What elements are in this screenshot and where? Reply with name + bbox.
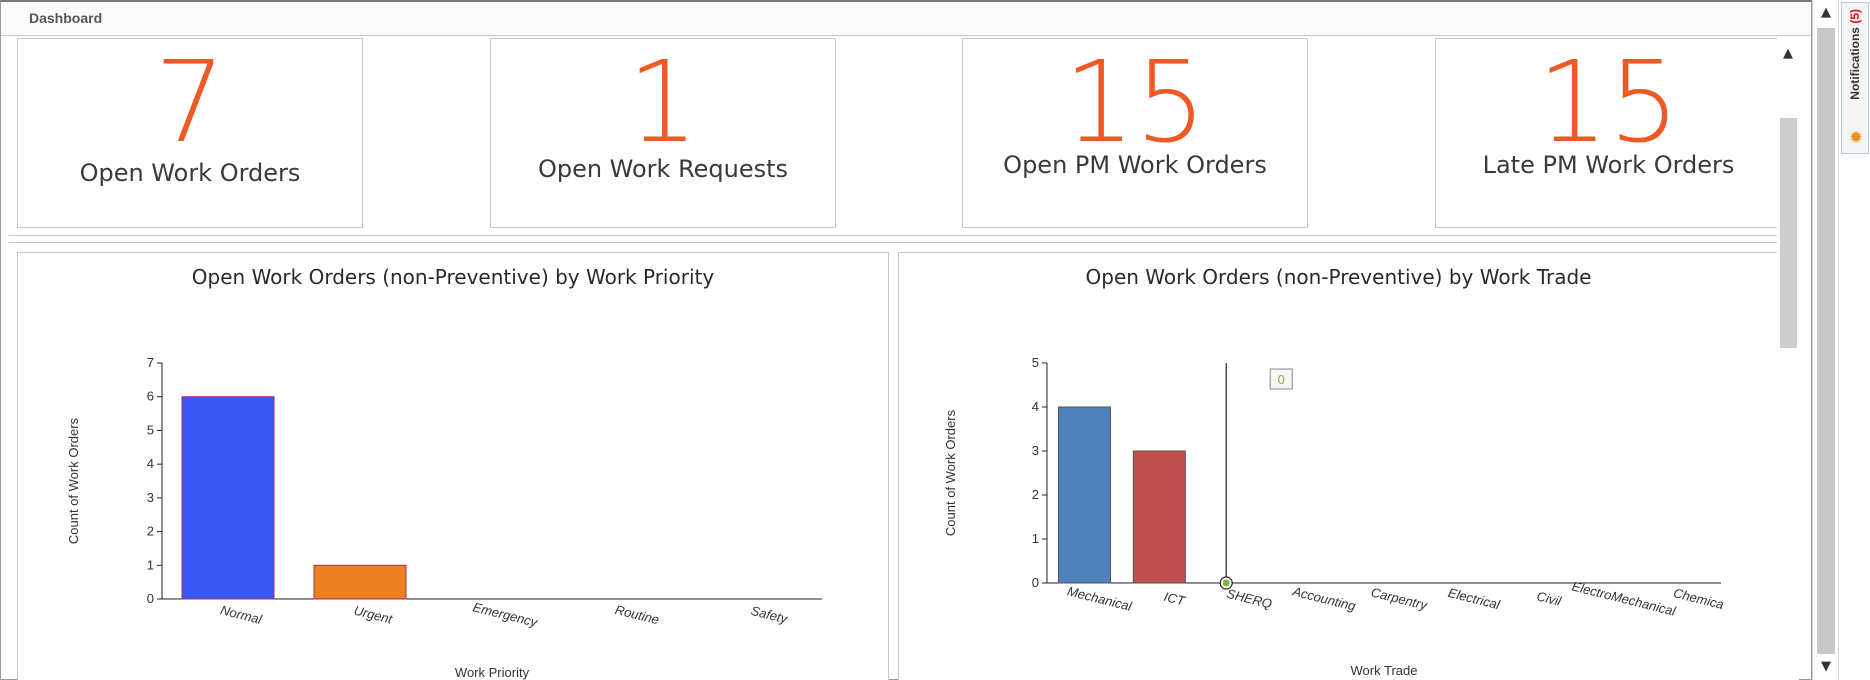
y-tick-label: 6 — [147, 389, 154, 404]
y-tick-label: 1 — [1032, 531, 1039, 546]
tooltip-value: 0 — [1278, 372, 1285, 387]
x-tick-label: Accounting — [1290, 583, 1358, 614]
bar — [1132, 450, 1186, 584]
x-tick-label: Safety — [749, 603, 790, 627]
x-tick-label: ICT — [1162, 589, 1187, 609]
divider — [9, 242, 1777, 243]
kpi-label: Open Work Orders — [79, 159, 301, 187]
inner-scrollbar[interactable]: ▲ — [1777, 38, 1799, 680]
divider — [9, 235, 1777, 236]
y-tick-label: 4 — [147, 456, 154, 471]
notifications-count: (5) — [1848, 9, 1862, 24]
notifications-tab[interactable]: Notifications (5) ✹ — [1841, 2, 1869, 154]
x-tick-label: Routine — [614, 602, 661, 627]
y-tick-label: 2 — [1032, 487, 1039, 502]
scroll-thumb[interactable] — [1780, 118, 1797, 348]
y-tick-label: 3 — [147, 490, 154, 505]
x-tick-label: Urgent — [352, 603, 395, 627]
kpi-tile-open-work-requests[interactable]: 1 Open Work Requests — [490, 38, 836, 228]
app-window: Dashboard 7 Open Work Orders 1 Open Work… — [0, 0, 1870, 680]
dashboard-header: Dashboard — [1, 2, 1811, 36]
dashboard-panel: Dashboard 7 Open Work Orders 1 Open Work… — [0, 0, 1812, 680]
scroll-thumb[interactable] — [1817, 28, 1835, 654]
x-tick-label: Mechanical — [1066, 583, 1135, 614]
scroll-down-icon[interactable]: ▼ — [1813, 656, 1839, 678]
y-tick-label: 1 — [147, 557, 154, 572]
notifications-text: Notifications — [1848, 27, 1862, 100]
y-tick-label: 5 — [147, 422, 154, 437]
bar — [1057, 406, 1111, 584]
x-tick-label: Carpentry — [1370, 584, 1430, 613]
chart-work-priority: 0 1 2 3 4 5 6 7 Normal Urgent Emergency Routine Safe… — [66, 355, 822, 680]
y-tick-label: 3 — [1032, 443, 1039, 458]
kpi-tile-open-work-orders[interactable]: 7 Open Work Orders — [17, 38, 363, 228]
dashboard-title: Dashboard — [29, 10, 103, 26]
gear-alert-icon: ✹ — [1848, 128, 1864, 148]
x-tick-label: Chemica — [1672, 585, 1725, 612]
kpi-label: Late PM Work Orders — [1482, 151, 1735, 179]
chart-work-trade: 0 1 2 3 4 5 Mechanical ICT SHERQ Accounting Carpen… — [943, 355, 1725, 678]
kpi-value: 15 — [1063, 38, 1207, 168]
notifications-sidebar: Notifications (5) ✹ — [1838, 0, 1870, 680]
y-tick-label: 2 — [147, 524, 154, 539]
scroll-up-icon[interactable]: ▲ — [1777, 44, 1799, 64]
y-axis-label: Count of Work Orders — [943, 409, 958, 536]
hover-marker-dot — [1222, 579, 1230, 587]
scroll-up-icon[interactable]: ▲ — [1813, 2, 1839, 24]
outer-scrollbar[interactable]: ▲ ▼ — [1812, 0, 1838, 680]
chart-panel-work-trade: Open Work Orders (non-Preventive) by Wor… — [898, 252, 1778, 680]
kpi-label: Open PM Work Orders — [1003, 151, 1267, 179]
kpi-value: 7 — [154, 38, 226, 168]
y-tick-label: 0 — [1032, 575, 1039, 590]
y-tick-label: 4 — [1032, 399, 1039, 414]
kpi-value: 1 — [627, 38, 699, 168]
kpi-tile-late-pm-work-orders[interactable]: 15 Late PM Work Orders — [1435, 38, 1781, 228]
bar — [181, 396, 275, 600]
x-tick-label: Electrical — [1447, 585, 1503, 613]
chart-panel-work-priority: Open Work Orders (non-Preventive) by Wor… — [17, 252, 889, 680]
y-axis-label: Count of Work Orders — [66, 417, 81, 544]
kpi-value: 15 — [1537, 38, 1680, 168]
y-tick-label: 7 — [147, 355, 154, 370]
x-tick-label: Emergency — [471, 599, 540, 630]
kpi-label: Open Work Requests — [537, 155, 789, 183]
x-tick-label: Civil — [1535, 588, 1564, 609]
notifications-label: Notifications (5) — [1848, 9, 1862, 100]
kpi-tile-open-pm-work-orders[interactable]: 15 Open PM Work Orders — [962, 38, 1308, 228]
x-axis-label: Work Priority — [455, 665, 530, 680]
bar — [313, 564, 407, 600]
y-tick-label: 5 — [1032, 355, 1039, 370]
y-tick-label: 0 — [147, 591, 154, 606]
x-tick-label: ElectroMechanical — [1570, 579, 1678, 620]
x-tick-label: SHERQ — [1225, 586, 1273, 612]
x-axis-label: Work Trade — [1351, 663, 1418, 678]
x-tick-label: Normal — [219, 602, 264, 627]
